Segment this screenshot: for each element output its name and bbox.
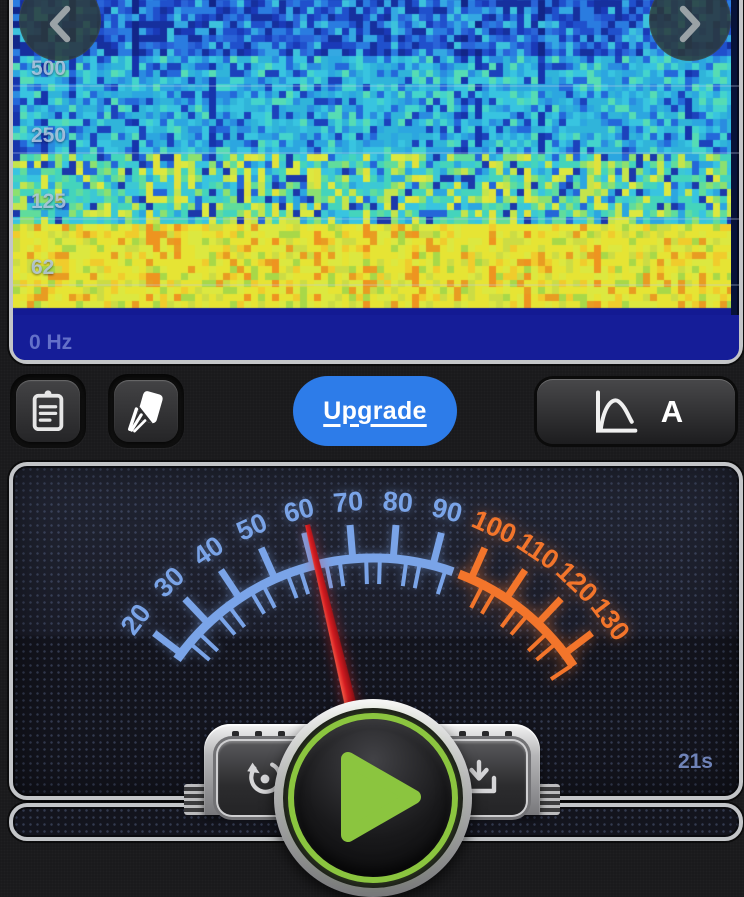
clipboard-icon (27, 387, 69, 435)
frequency-tick-label: 62 (31, 256, 54, 280)
frequency-gridline (13, 152, 739, 154)
notes-button[interactable] (16, 380, 80, 442)
frequency-gridline (13, 85, 739, 87)
spectrogram-low-band (13, 315, 739, 360)
spectrogram-canvas[interactable] (13, 0, 731, 352)
chevron-right-icon (676, 2, 704, 46)
shake-card-button-well (108, 374, 184, 448)
play-button[interactable] (274, 699, 472, 897)
decibel-meter-app: { "spectrogram": { "baseline_label": "0 … (0, 0, 744, 815)
frequency-tick-label: 250 (31, 124, 66, 148)
spectrogram-panel: 50025012562 0 Hz (9, 0, 743, 364)
svg-text:90: 90 (429, 492, 466, 529)
frequency-weighting-button[interactable]: A (537, 379, 735, 444)
spectrogram-viewport: 50025012562 0 Hz (13, 0, 739, 360)
svg-text:20: 20 (115, 598, 157, 640)
svg-text:40: 40 (187, 530, 229, 572)
shake-card-icon (123, 388, 169, 434)
svg-text:110: 110 (511, 526, 564, 575)
svg-text:80: 80 (382, 486, 414, 518)
upgrade-button-label: Upgrade (323, 397, 427, 426)
frequency-baseline-label: 0 Hz (29, 331, 72, 355)
frequency-gridline (13, 218, 739, 220)
svg-text:100: 100 (468, 504, 521, 550)
svg-text:130: 130 (585, 592, 636, 646)
svg-text:70: 70 (332, 486, 364, 518)
svg-text:60: 60 (281, 492, 318, 529)
play-icon (338, 747, 424, 847)
weighting-curve-icon (589, 388, 639, 436)
svg-text:30: 30 (148, 561, 190, 603)
shake-card-button[interactable] (114, 380, 178, 442)
weighting-value-label: A (661, 394, 683, 430)
chevron-left-icon (46, 2, 74, 46)
frequency-gridline (13, 284, 739, 286)
frequency-tick-label: 125 (31, 190, 66, 214)
notes-button-well (10, 374, 86, 448)
upgrade-button[interactable]: Upgrade (293, 376, 457, 446)
elapsed-time-label: 21s (678, 750, 713, 774)
svg-text:50: 50 (232, 507, 272, 547)
